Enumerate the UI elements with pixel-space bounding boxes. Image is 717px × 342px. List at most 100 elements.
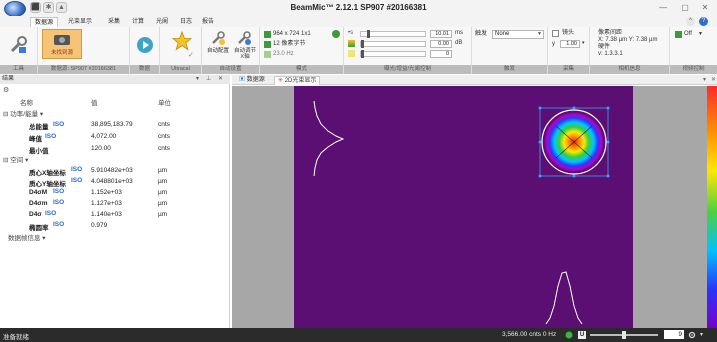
play-icon[interactable] xyxy=(136,36,154,54)
trigger-label: 触发 xyxy=(475,31,488,37)
tab-data-source-view[interactable]: ▣ 数据源 xyxy=(236,76,268,85)
beam-canvas[interactable] xyxy=(294,86,633,328)
column-header-name[interactable]: 名称 xyxy=(20,97,33,107)
trigger-dropdown[interactable]: None ▼ xyxy=(492,30,544,39)
group-tools: 工具 xyxy=(0,27,38,74)
pin-icon[interactable]: ⊥ xyxy=(206,75,211,84)
offset-slider-thumb[interactable] xyxy=(361,50,364,58)
frame-toggle-icon xyxy=(675,31,682,38)
ultracal-status-icon[interactable]: U xyxy=(578,331,586,339)
column-header-unit[interactable]: 单位 xyxy=(158,97,171,107)
handle-bottom xyxy=(572,174,576,178)
column-header-value[interactable]: 值 xyxy=(91,97,98,107)
checkmark-icon: ✓ xyxy=(188,52,194,59)
tab-data-source-view-label: 数据源 xyxy=(246,77,265,83)
tab-aperture[interactable]: 光阑 xyxy=(152,17,172,27)
window-title: BeamMic™ 2.12.1 SP907 #20166381 xyxy=(290,3,427,12)
group-label-tools: 工具 xyxy=(0,65,37,74)
beam-icon: ✳ xyxy=(278,78,284,84)
source-button[interactable]: 未找到源 xyxy=(42,29,82,59)
resolution-value[interactable]: 964 x 724 1x1 xyxy=(273,31,311,38)
results-panel-header: 结果 ▾ ⊥ ✕ xyxy=(0,75,230,84)
group-label-frame-control: 视频控制 xyxy=(670,65,717,74)
row-unit: µm xyxy=(158,167,168,174)
row-value: 120.00 xyxy=(91,145,111,152)
group-frame-control: Off ▼ 视频控制 xyxy=(670,27,717,74)
tab-2d-beam-display[interactable]: ✳ 2D光束显示 xyxy=(274,76,321,85)
handle-top-right xyxy=(606,106,610,110)
filter-icon[interactable]: ⚙ xyxy=(3,86,11,94)
gain-input[interactable]: 0.00 xyxy=(430,40,452,48)
star-icon[interactable] xyxy=(172,31,192,51)
tab-compute[interactable]: 计算 xyxy=(128,17,148,27)
row-unit: µm xyxy=(158,200,168,207)
tab-beam-display[interactable]: 光束显示 xyxy=(64,17,96,27)
beam-display-area xyxy=(232,86,717,328)
exposure-slider-thumb[interactable] xyxy=(367,30,370,38)
resolution-icon xyxy=(264,31,271,38)
wrench-icon[interactable] xyxy=(8,35,28,55)
row-value: 0.979 xyxy=(91,222,108,229)
offset-input[interactable]: 0 xyxy=(430,50,452,58)
status-text: 准备就绪 xyxy=(3,334,29,341)
gear-icon[interactable] xyxy=(688,331,696,339)
handle-left xyxy=(538,140,542,144)
row-unit: cnts xyxy=(158,145,170,152)
maximize-button[interactable]: ▢ xyxy=(677,2,693,14)
zoom-level-input[interactable]: 9 xyxy=(664,330,684,339)
record-icon[interactable] xyxy=(565,331,573,339)
close-button[interactable]: ✕ xyxy=(697,2,713,14)
group-mode: 964 x 724 1x1 12 像素字节 23.0 Hz 模式 xyxy=(260,27,344,74)
panel-close-icon[interactable]: ✕ xyxy=(218,75,223,84)
zoom-slider-thumb[interactable] xyxy=(622,331,626,339)
exposure-input[interactable]: 10.01 xyxy=(430,30,452,38)
panel-dropdown-icon[interactable]: ▾ xyxy=(196,75,199,84)
frame-toggle-value[interactable]: Off xyxy=(684,31,692,38)
status-bar: 准备就绪 3,566.00 cnts 0 Hz U 9 ▾ xyxy=(0,328,717,342)
lens-checkbox-label: 镜头 xyxy=(562,30,575,36)
row-value: 1.140e+03 xyxy=(91,211,122,218)
auto-adjust-label: 自动调节 X轴 xyxy=(233,48,256,60)
tab-log[interactable]: 日志 xyxy=(176,17,196,27)
help-icon[interactable]: ? xyxy=(699,17,708,26)
group-label-mode: 模式 xyxy=(260,65,343,74)
iso-badge: ISO xyxy=(45,133,57,140)
group-label-auto-setup: 自动设置 xyxy=(202,65,259,74)
offset-slider[interactable] xyxy=(360,50,426,58)
bit-depth-value[interactable]: 12 像素字节 xyxy=(273,41,305,48)
capture-value-input[interactable]: 1.00 xyxy=(560,40,580,48)
gain-slider[interactable] xyxy=(360,40,426,48)
group-capture: 镜头 y 1.00 ▾ 采集 xyxy=(548,27,590,74)
tab-close-icon[interactable]: ✕ xyxy=(708,76,717,85)
exposure-slider[interactable] xyxy=(360,30,426,38)
ribbon-collapse-icon[interactable]: ^ xyxy=(686,17,695,26)
iso-badge: ISO xyxy=(71,166,83,173)
offset-icon xyxy=(348,50,355,57)
tab-capture[interactable]: 采集 xyxy=(104,17,124,27)
auto-adjust-icon[interactable] xyxy=(236,30,252,46)
monitor-icon: ▣ xyxy=(239,77,246,83)
row-value: 1.152e+03 xyxy=(91,189,122,196)
handle-top xyxy=(572,106,576,110)
group-label-capture: 采集 xyxy=(548,65,589,74)
section-spatial[interactable]: ⊟ 空间 ▾ xyxy=(3,154,28,164)
minimize-button[interactable]: — xyxy=(655,2,671,14)
lens-checkbox[interactable] xyxy=(552,30,559,37)
chevron-down-icon[interactable]: ▾ xyxy=(700,331,708,339)
title-bar: ⬛ ✱ ▲ BeamMic™ 2.12.1 SP907 #20166381 — … xyxy=(0,0,717,17)
tab-report[interactable]: 报告 xyxy=(198,17,218,27)
section-frame-info[interactable]: 数据帧信息 ▾ xyxy=(8,232,46,242)
group-source: 未找到源 数据源: SP907 #20166381 xyxy=(38,27,130,74)
resolution-go-icon[interactable] xyxy=(332,30,340,38)
tab-data-source[interactable]: 数据源 xyxy=(30,17,59,27)
section-frame-info-label: 数据帧信息 xyxy=(8,235,41,242)
auto-config-icon[interactable] xyxy=(210,30,226,46)
gain-slider-thumb[interactable] xyxy=(361,40,364,48)
row-value: 4.048801e+03 xyxy=(91,178,133,185)
spinner-icon[interactable]: ▾ xyxy=(582,40,585,47)
section-energy[interactable]: ⊟ 功率/能量 ▾ xyxy=(3,108,43,118)
trigger-dropdown-value: None xyxy=(495,31,510,37)
row-value: 38,895,183.79 xyxy=(91,121,133,128)
chevron-down-icon[interactable]: ▼ xyxy=(698,31,703,38)
palette-colorbar xyxy=(707,86,717,328)
